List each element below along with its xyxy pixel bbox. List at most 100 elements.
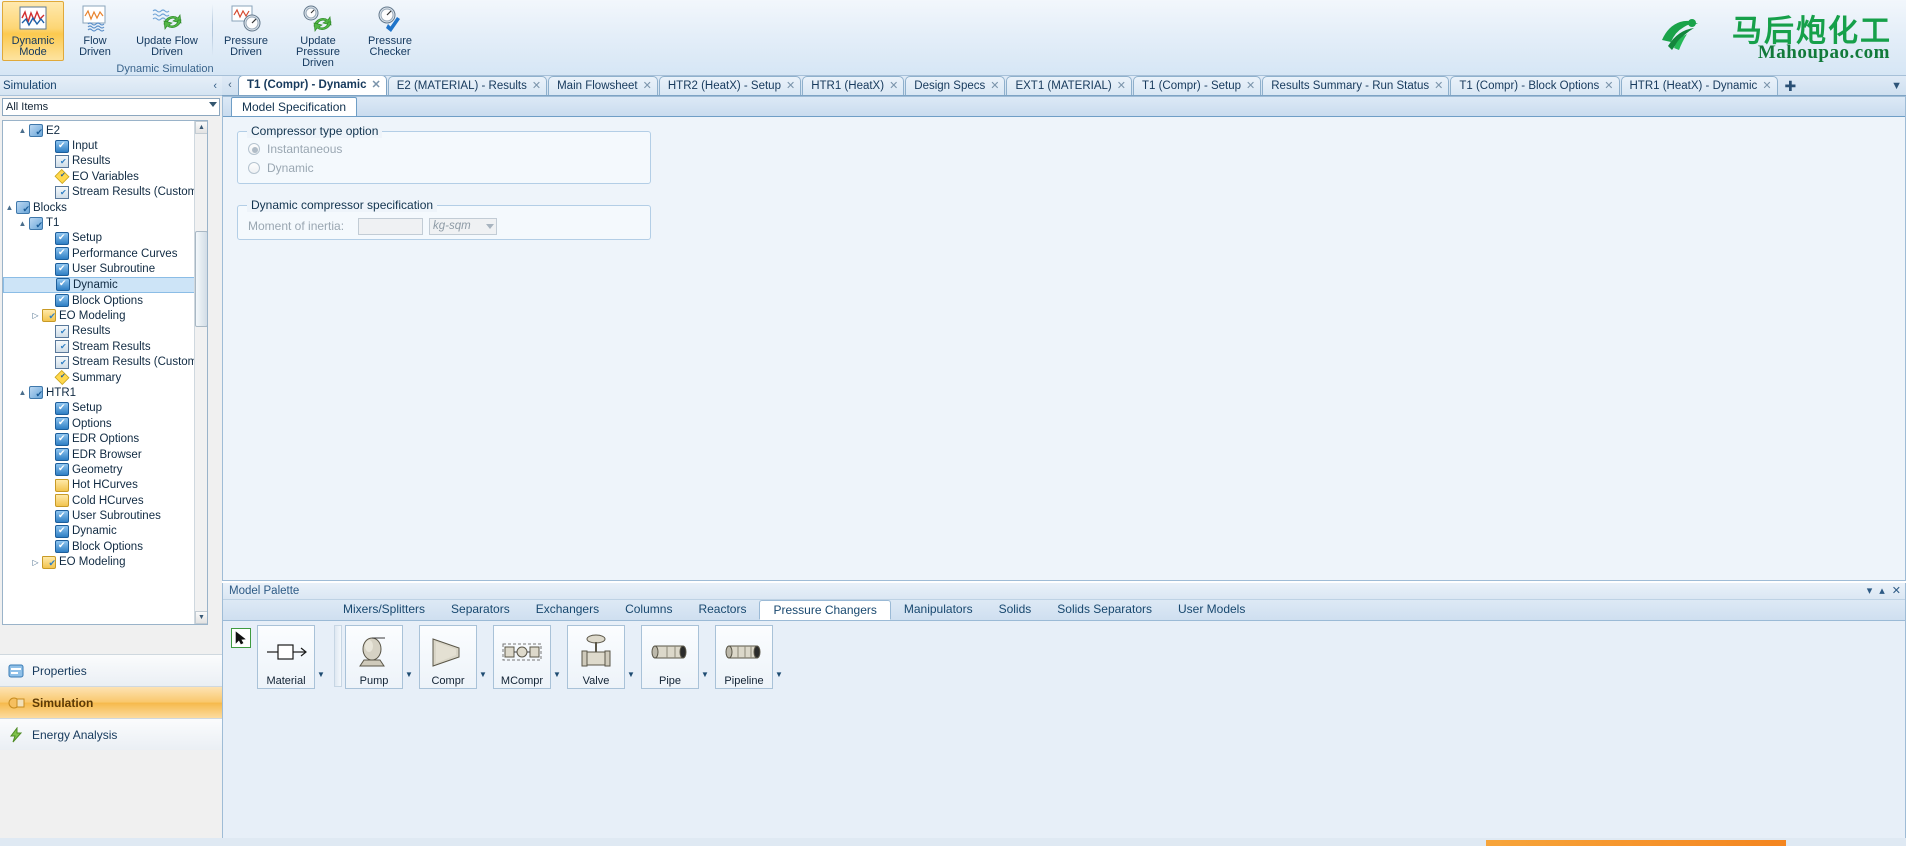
ribbon-button-dynamic-mode[interactable]: Dynamic Mode	[2, 1, 64, 61]
tree-item-results[interactable]: Results	[3, 324, 207, 339]
tree-item-e2[interactable]: ▲ E2	[3, 123, 207, 138]
tree-item-cold-hcurves[interactable]: Cold HCurves	[3, 493, 207, 508]
palette-tab-separators[interactable]: Separators	[438, 600, 523, 620]
scrollbar-thumb[interactable]	[195, 231, 207, 327]
palette-dropdown-icon[interactable]: ▼	[405, 670, 415, 679]
minimize-icon[interactable]: ▾	[1867, 583, 1873, 600]
tree-expander-icon[interactable]: ▲	[16, 388, 29, 397]
moment-of-inertia-units-combobox[interactable]: kg-sqm	[429, 217, 497, 235]
close-icon[interactable]: ✕	[1892, 583, 1901, 600]
palette-item-material[interactable]: Material ▼	[257, 625, 331, 689]
tree-item-setup[interactable]: Setup	[3, 401, 207, 416]
tree-item-results[interactable]: Results	[3, 154, 207, 169]
palette-item-pump[interactable]: Pump ▼	[345, 625, 419, 689]
navigation-tree[interactable]: ▲ E2 Input Results EO Variables Stream Result…	[2, 120, 208, 625]
tree-item-options[interactable]: Options	[3, 416, 207, 431]
tree-item-eo-modeling[interactable]: ▷ EO Modeling	[3, 308, 207, 323]
tree-expander-icon[interactable]: ▷	[29, 311, 42, 320]
document-tab[interactable]: EXT1 (MATERIAL) ✕	[1006, 76, 1132, 95]
tree-item-geometry[interactable]: Geometry	[3, 462, 207, 477]
palette-tab-solids[interactable]: Solids	[986, 600, 1045, 620]
palette-tab-user-models[interactable]: User Models	[1165, 600, 1258, 620]
ribbon-button-pressure-checker[interactable]: Pressure Checker	[359, 1, 421, 61]
close-icon[interactable]: ✕	[642, 77, 653, 95]
close-icon[interactable]: ✕	[989, 77, 1000, 95]
close-icon[interactable]: ✕	[888, 77, 899, 95]
ribbon-button-flow-driven[interactable]: Flow Driven	[64, 1, 126, 61]
palette-tab-manipulators[interactable]: Manipulators	[891, 600, 986, 620]
tree-item-dynamic[interactable]: Dynamic	[3, 276, 207, 293]
tree-item-t1[interactable]: ▲ T1	[3, 215, 207, 231]
palette-item-compr[interactable]: Compr ▼	[419, 625, 493, 689]
tree-item-eo-modeling[interactable]: ▷ EO Modeling	[3, 555, 207, 570]
nav-button-energy-analysis[interactable]: Energy Analysis	[0, 718, 222, 750]
palette-tab-reactors[interactable]: Reactors	[685, 600, 759, 620]
tree-item-eo-variables[interactable]: EO Variables	[3, 169, 207, 185]
document-tab[interactable]: HTR1 (HeatX) - Dynamic ✕	[1620, 76, 1778, 95]
tree-expander-icon[interactable]: ▷	[29, 558, 42, 567]
close-icon[interactable]: ✕	[371, 76, 382, 95]
new-tab-button[interactable]: ✚	[1779, 77, 1803, 95]
tree-item-input[interactable]: Input	[3, 138, 207, 153]
tab-scroll-left-button[interactable]: ‹	[222, 76, 238, 95]
palette-tab-pressure-changers[interactable]: Pressure Changers	[759, 600, 891, 620]
palette-tab-exchangers[interactable]: Exchangers	[523, 600, 612, 620]
moment-of-inertia-input[interactable]	[358, 217, 423, 235]
maximize-icon[interactable]: ▴	[1879, 583, 1885, 600]
palette-item-valve[interactable]: Valve ▼	[567, 625, 641, 689]
ribbon-button-update-flow-driven[interactable]: Update Flow Driven	[126, 1, 208, 61]
tree-item-htr1[interactable]: ▲ HTR1	[3, 385, 207, 400]
tree-expander-icon[interactable]: ▲	[3, 203, 16, 212]
tree-item-stream-results[interactable]: Stream Results	[3, 339, 207, 354]
palette-cell[interactable]: Compr	[419, 625, 477, 689]
ribbon-button-pressure-driven[interactable]: Pressure Driven	[215, 1, 277, 61]
tree-item-edr-browser[interactable]: EDR Browser	[3, 447, 207, 462]
tab-model-specification[interactable]: Model Specification	[231, 97, 358, 116]
tree-item-dynamic[interactable]: Dynamic	[3, 524, 207, 539]
document-tab[interactable]: E2 (MATERIAL) - Results ✕	[387, 76, 548, 95]
tree-expander-icon[interactable]: ▲	[16, 219, 29, 228]
tree-item-edr-options[interactable]: EDR Options	[3, 431, 207, 446]
palette-dropdown-icon[interactable]: ▼	[317, 670, 327, 679]
tree-item-performance-curves[interactable]: Performance Curves	[3, 246, 207, 261]
nav-button-simulation[interactable]: Simulation	[0, 686, 222, 718]
palette-cell[interactable]: MCompr	[493, 625, 551, 689]
palette-dropdown-icon[interactable]: ▼	[553, 670, 563, 679]
palette-cell[interactable]: Pump	[345, 625, 403, 689]
palette-cell[interactable]: Valve	[567, 625, 625, 689]
tree-scrollbar[interactable]: ▲ ▼	[194, 121, 207, 624]
tree-item-user-subroutines[interactable]: User Subroutines	[3, 508, 207, 523]
document-tab[interactable]: Design Specs ✕	[905, 76, 1006, 95]
palette-cell[interactable]: Pipeline	[715, 625, 773, 689]
close-icon[interactable]: ✕	[1116, 77, 1127, 95]
tab-list-dropdown-button[interactable]: ▼	[1891, 80, 1902, 92]
radio-option-dynamic[interactable]: Dynamic	[248, 158, 650, 177]
palette-dropdown-icon[interactable]: ▼	[775, 670, 785, 679]
tree-filter-combobox[interactable]: All Items	[2, 98, 220, 116]
document-tab[interactable]: T1 (Compr) - Setup ✕	[1132, 76, 1262, 95]
document-tab[interactable]: T1 (Compr) - Block Options ✕	[1450, 76, 1620, 95]
palette-item-pipeline[interactable]: Pipeline ▼	[715, 625, 789, 689]
document-tab[interactable]: Results Summary - Run Status ✕	[1262, 76, 1450, 95]
close-icon[interactable]: ✕	[1433, 77, 1444, 95]
scroll-down-icon[interactable]: ▼	[195, 611, 207, 624]
close-icon[interactable]: ✕	[1245, 77, 1256, 95]
tree-item-hot-hcurves[interactable]: Hot HCurves	[3, 478, 207, 493]
collapse-panel-icon[interactable]: ‹	[213, 76, 217, 96]
palette-item-mcompr[interactable]: MCompr ▼	[493, 625, 567, 689]
palette-tab-solids-separators[interactable]: Solids Separators	[1044, 600, 1165, 620]
radio-option-instantaneous[interactable]: Instantaneous	[248, 139, 650, 158]
document-tab[interactable]: Main Flowsheet ✕	[548, 76, 658, 95]
tree-item-stream-results-custom[interactable]: Stream Results (Custom)	[3, 185, 207, 200]
palette-dropdown-icon[interactable]: ▼	[479, 670, 489, 679]
palette-cell[interactable]: Material	[257, 625, 315, 689]
palette-dropdown-icon[interactable]: ▼	[701, 670, 711, 679]
tree-item-summary[interactable]: Summary	[3, 370, 207, 385]
palette-tab-mixers-splitters[interactable]: Mixers/Splitters	[330, 600, 438, 620]
close-icon[interactable]: ✕	[531, 77, 542, 95]
document-tab[interactable]: T1 (Compr) - Dynamic ✕	[238, 76, 387, 95]
palette-item-pipe[interactable]: Pipe ▼	[641, 625, 715, 689]
close-icon[interactable]: ✕	[1761, 77, 1772, 95]
document-tab[interactable]: HTR1 (HeatX) ✕	[802, 76, 905, 95]
tree-item-blocks[interactable]: ▲ Blocks	[3, 200, 207, 215]
